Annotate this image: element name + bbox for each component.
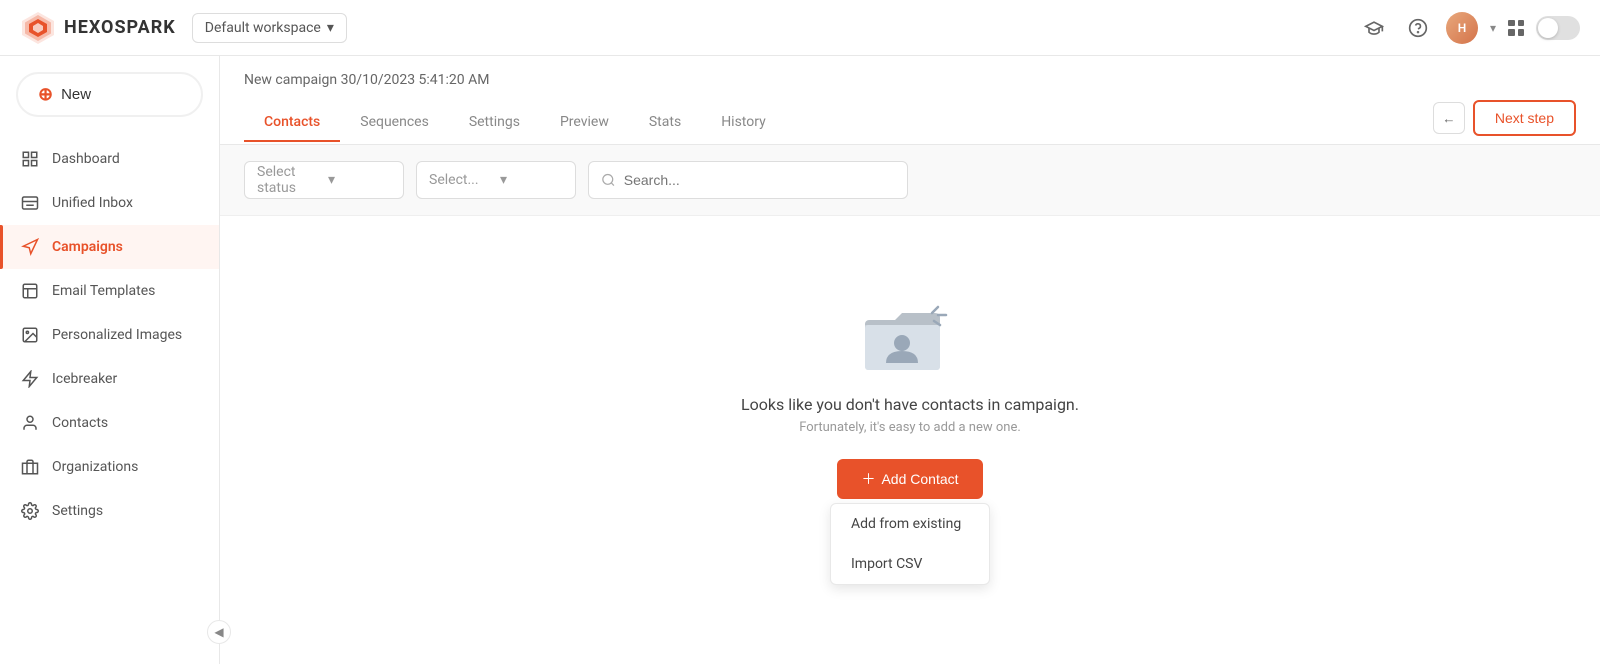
plus-icon: ⊕ [38,84,53,105]
next-step-button[interactable]: Next step [1473,100,1576,136]
import-csv-item[interactable]: Import CSV [831,544,989,584]
inbox-icon [20,193,40,213]
sidebar-item-label: Campaigns [52,239,123,255]
chevron-down-icon: ▾ [328,172,391,188]
add-from-existing-item[interactable]: Add from existing [831,504,989,544]
back-button[interactable]: ← [1433,102,1465,134]
campaign-title: New campaign 30/10/2023 5:41:20 AM [244,72,1576,88]
sidebar-item-unified-inbox[interactable]: Unified Inbox [0,181,219,225]
sidebar-item-label: Organizations [52,459,138,475]
campaign-header: New campaign 30/10/2023 5:41:20 AM Conta… [220,56,1600,145]
graduation-icon [1364,18,1384,38]
template-icon [20,281,40,301]
empty-state: Looks like you don't have contacts in ca… [220,216,1600,664]
sidebar-item-campaigns[interactable]: Campaigns [0,225,219,269]
folder-illustration [860,295,960,375]
empty-title: Looks like you don't have contacts in ca… [741,395,1079,414]
plus-icon: ＋ [861,469,875,489]
sidebar-item-label: Personalized Images [52,327,182,343]
topnav-left: HEXOSPARK Default workspace ▾ [20,10,347,46]
add-contact-button[interactable]: ＋ Add Contact [837,459,982,499]
topnav: HEXOSPARK Default workspace ▾ H ▾ [0,0,1600,56]
workspace-label: Default workspace [205,20,321,36]
avatar[interactable]: H [1446,12,1478,44]
sidebar-item-label: Email Templates [52,283,155,299]
logo-text: HEXOSPARK [64,17,176,38]
graduation-icon-btn[interactable] [1358,12,1390,44]
empty-subtitle: Fortunately, it's easy to add a new one. [799,420,1021,435]
status-select[interactable]: Select status ▾ [244,161,404,199]
sidebar-item-label: Icebreaker [52,371,117,387]
sidebar-item-personalized-images[interactable]: Personalized Images [0,313,219,357]
search-input[interactable] [624,172,895,188]
megaphone-icon [20,237,40,257]
add-contact-wrapper: ＋ Add Contact Add from existing Import C… [830,459,990,585]
image-icon [20,325,40,345]
theme-toggle[interactable] [1536,16,1580,40]
person-icon [20,413,40,433]
main-layout: ⊕ New Dashboard Unified Inbox Campaigns [0,56,1600,664]
sidebar-item-label: Settings [52,503,103,519]
search-box [588,161,908,199]
apps-grid-icon[interactable] [1508,20,1524,36]
sidebar-item-organizations[interactable]: Organizations [0,445,219,489]
add-contact-dropdown: Add from existing Import CSV [830,503,990,585]
tab-preview[interactable]: Preview [540,104,629,142]
sidebar-item-contacts[interactable]: Contacts [0,401,219,445]
content-area: New campaign 30/10/2023 5:41:20 AM Conta… [220,56,1600,664]
tab-stats[interactable]: Stats [629,104,701,142]
sidebar-item-label: Dashboard [52,151,120,167]
topnav-right: H ▾ [1358,12,1580,44]
building-icon [20,457,40,477]
search-icon [601,172,616,188]
gear-icon [20,501,40,521]
logo: HEXOSPARK [20,10,176,46]
sidebar-item-dashboard[interactable]: Dashboard [0,137,219,181]
sidebar: ⊕ New Dashboard Unified Inbox Campaigns [0,56,220,664]
sidebar-item-label: Contacts [52,415,108,431]
bolt-icon [20,369,40,389]
help-icon-btn[interactable] [1402,12,1434,44]
filters-row: Select status ▾ Select... ▾ [220,145,1600,216]
tab-sequences[interactable]: Sequences [340,104,449,142]
sidebar-item-settings[interactable]: Settings [0,489,219,533]
new-button[interactable]: ⊕ New [16,72,203,117]
tab-settings[interactable]: Settings [449,104,540,142]
tab-history[interactable]: History [701,104,786,142]
campaign-tabs: Contacts Sequences Settings Preview Stat… [244,100,1576,144]
contact-select[interactable]: Select... ▾ [416,161,576,199]
tab-nav-buttons: ← Next step [1433,100,1576,144]
sidebar-item-email-templates[interactable]: Email Templates [0,269,219,313]
add-contact-label: Add Contact [881,471,958,487]
logo-icon [20,10,56,46]
select-placeholder: Select... [429,172,492,188]
help-icon [1408,18,1428,38]
chevron-down-icon: ▾ [327,20,334,36]
workspace-selector[interactable]: Default workspace ▾ [192,13,347,43]
sidebar-item-label: Unified Inbox [52,195,133,211]
new-button-label: New [61,86,91,103]
tab-contacts[interactable]: Contacts [244,104,340,142]
status-placeholder: Select status [257,164,320,196]
chevron-down-icon-avatar: ▾ [1490,21,1496,35]
chevron-down-icon: ▾ [500,172,563,188]
sidebar-item-icebreaker[interactable]: Icebreaker [0,357,219,401]
grid-icon [20,149,40,169]
